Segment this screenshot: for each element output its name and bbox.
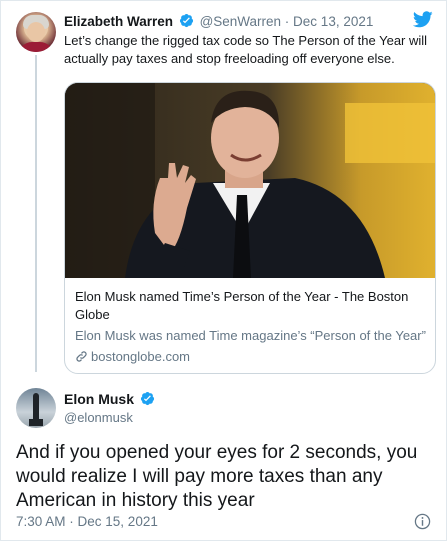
card-description: Elon Musk was named Time magazine’s “Per… [75,328,426,343]
author-handle[interactable]: @elonmusk [64,410,133,425]
tweet-date: Dec 15, 2021 [77,514,158,529]
verified-badge-icon [179,13,194,31]
card-domain-link[interactable]: bostonglobe.com [75,348,427,366]
card-domain: bostonglobe.com [91,349,191,364]
avatar-elizabeth-warren[interactable] [16,12,56,52]
card-photo [65,83,435,278]
header-separator: · [281,14,294,29]
tweet-date[interactable]: Dec 13, 2021 [293,14,373,29]
timestamp-separator: · [65,514,78,529]
quoted-tweet-text: Let’s change the rigged tax code so The … [64,33,428,66]
twitter-bird-icon[interactable] [412,11,433,33]
tweet-time: 7:30 AM [16,514,66,529]
quoted-tweet-header: Elizabeth Warren @SenWarren · Dec 13, 20… [64,13,373,31]
tweet-timestamp[interactable]: 7:30 AM · Dec 15, 2021 [16,514,158,529]
author-handle[interactable]: @SenWarren [200,14,281,29]
avatar-elon-musk[interactable] [16,388,56,428]
link-icon [75,349,91,364]
author-name[interactable]: Elizabeth Warren [64,14,173,29]
info-icon[interactable] [414,513,431,535]
main-tweet-text: And if you opened your eyes for 2 second… [16,442,418,511]
verified-badge-icon [140,391,155,409]
card-title: Elon Musk named Time’s Person of the Yea… [75,289,409,322]
author-name[interactable]: Elon Musk [64,391,134,407]
thread-connector-line [35,55,37,372]
main-author-name-row: Elon Musk [64,391,157,409]
link-preview-card[interactable]: Elon Musk named Time’s Person of the Yea… [64,82,436,374]
